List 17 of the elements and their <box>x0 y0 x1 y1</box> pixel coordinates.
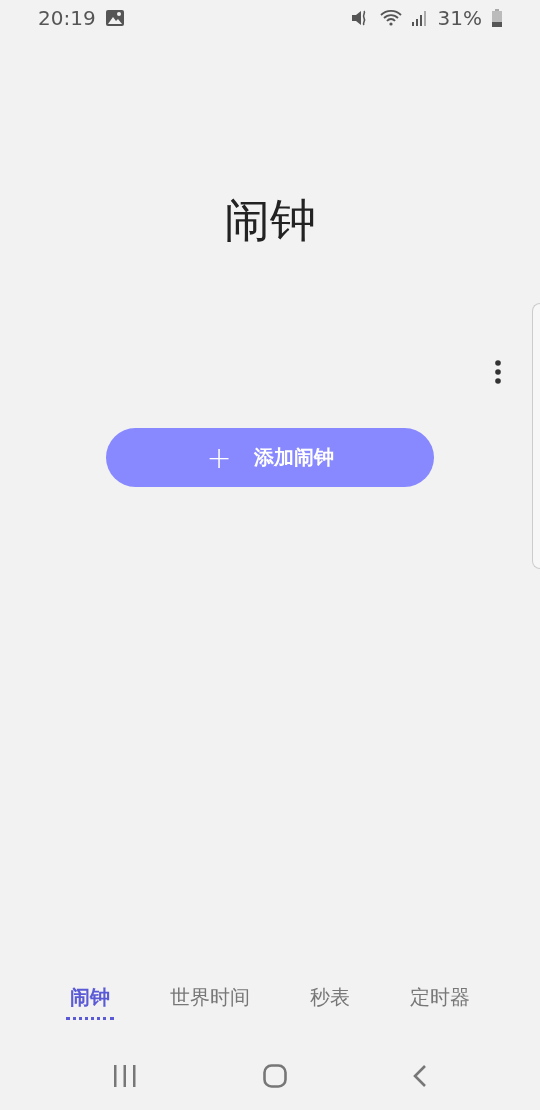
tab[interactable]: 世界时间 <box>166 982 254 1020</box>
battery-level: 31% <box>437 6 482 30</box>
wifi-icon <box>379 9 402 27</box>
signal-icon <box>411 10 428 26</box>
tab[interactable]: 闹钟 <box>66 982 114 1020</box>
back-icon[interactable] <box>413 1064 427 1088</box>
status-time: 20:19 <box>38 6 96 30</box>
add-alarm-button[interactable]: + 添加闹钟 <box>106 428 434 487</box>
edge-panel-handle[interactable] <box>532 303 540 569</box>
home-icon[interactable] <box>263 1064 287 1088</box>
page-title: 闹钟 <box>224 192 316 249</box>
recent-apps-icon[interactable] <box>113 1065 137 1087</box>
tab[interactable]: 定时器 <box>406 982 474 1020</box>
battery-icon <box>492 9 502 27</box>
image-icon <box>105 10 124 26</box>
more-options-icon[interactable] <box>494 360 502 384</box>
tab[interactable]: 秒表 <box>306 982 354 1020</box>
